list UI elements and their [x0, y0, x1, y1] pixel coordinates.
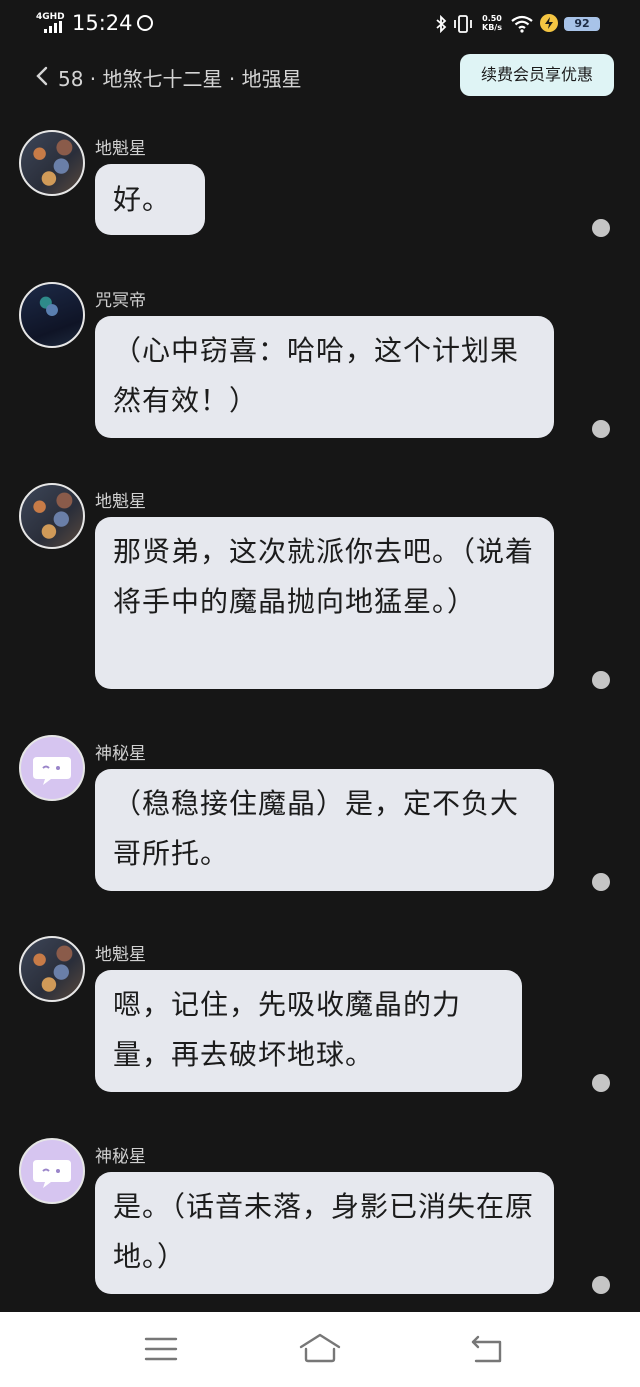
message-item: 地魁星 那贤弟，这次就派你去吧。（说着将手中的魔晶抛向地猛星。）	[0, 483, 640, 693]
unread-count: 58	[58, 67, 84, 91]
sender-name: 神秘星	[95, 1147, 146, 1167]
shenmi-avatar[interactable]	[19, 735, 85, 801]
message-bubble[interactable]: （稳稳接住魔晶）是，定不负大哥所托。	[95, 769, 554, 891]
system-nav-bar	[0, 1312, 640, 1387]
home-icon[interactable]	[298, 1332, 342, 1364]
network-speed: 0.50 KB/s	[480, 14, 504, 32]
signal-icon	[44, 21, 64, 33]
timer-icon	[137, 15, 153, 31]
read-status-dot	[592, 671, 610, 689]
battery-indicator: 92	[564, 17, 600, 31]
dikui-avatar[interactable]	[19, 483, 85, 549]
message-item: 地魁星 嗯，记住，先吸收魔晶的力量，再去破坏地球。	[0, 936, 640, 1096]
sender-name: 咒冥帝	[95, 291, 146, 311]
sender-name: 神秘星	[95, 744, 146, 764]
back-icon[interactable]	[470, 1334, 506, 1364]
message-item: 神秘星 是。（话音未落，身影已消失在原地。）	[0, 1138, 640, 1298]
speed-unit: KB/s	[482, 23, 502, 32]
wifi-icon	[511, 15, 533, 33]
chat-title-text: 地煞七十二星 · 地强星	[102, 67, 302, 91]
sender-name: 地魁星	[95, 139, 146, 159]
charging-icon	[540, 14, 558, 32]
bluetooth-icon	[436, 15, 447, 33]
message-item: 地魁星 好。	[0, 130, 640, 250]
zhouming-avatar[interactable]	[19, 282, 85, 348]
dikui-avatar[interactable]	[19, 936, 85, 1002]
sender-name: 地魁星	[95, 492, 146, 512]
message-bubble[interactable]: 是。（话音未落，身影已消失在原地。）	[95, 1172, 554, 1294]
chat-title[interactable]: 58 · 地煞七十二星 · 地强星	[58, 63, 302, 92]
renew-vip-button[interactable]: 续费会员享优惠	[460, 54, 614, 96]
message-bubble[interactable]: （心中窃喜：哈哈，这个计划果然有效！）	[95, 316, 554, 438]
chat-header: 58 · 地煞七十二星 · 地强星 续费会员享优惠	[0, 50, 640, 104]
read-status-dot	[592, 219, 610, 237]
read-status-dot	[592, 873, 610, 891]
read-status-dot	[592, 1074, 610, 1092]
vibrate-icon	[454, 15, 472, 33]
message-bubble[interactable]: 好。	[95, 164, 205, 235]
chat-bubble-face-icon	[33, 757, 71, 785]
menu-icon[interactable]	[144, 1336, 178, 1362]
message-item: 咒冥帝 （心中窃喜：哈哈，这个计划果然有效！）	[0, 282, 640, 442]
message-bubble[interactable]: 嗯，记住，先吸收魔晶的力量，再去破坏地球。	[95, 970, 522, 1092]
back-chevron-icon[interactable]	[34, 66, 50, 86]
sender-name: 地魁星	[95, 945, 146, 965]
read-status-dot	[592, 420, 610, 438]
shenmi-avatar[interactable]	[19, 1138, 85, 1204]
speed-value: 0.50	[482, 14, 502, 23]
dikui-avatar[interactable]	[19, 130, 85, 196]
chat-title-separator: ·	[83, 67, 103, 91]
status-bar: 4GHD 15:24 0.50 KB/s 92	[0, 0, 640, 50]
read-status-dot	[592, 1276, 610, 1294]
chat-bubble-face-icon	[33, 1160, 71, 1188]
message-bubble[interactable]: 那贤弟，这次就派你去吧。（说着将手中的魔晶抛向地猛星。）	[95, 517, 554, 689]
message-item: 神秘星 （稳稳接住魔晶）是，定不负大哥所托。	[0, 735, 640, 895]
status-time: 15:24	[72, 11, 133, 35]
